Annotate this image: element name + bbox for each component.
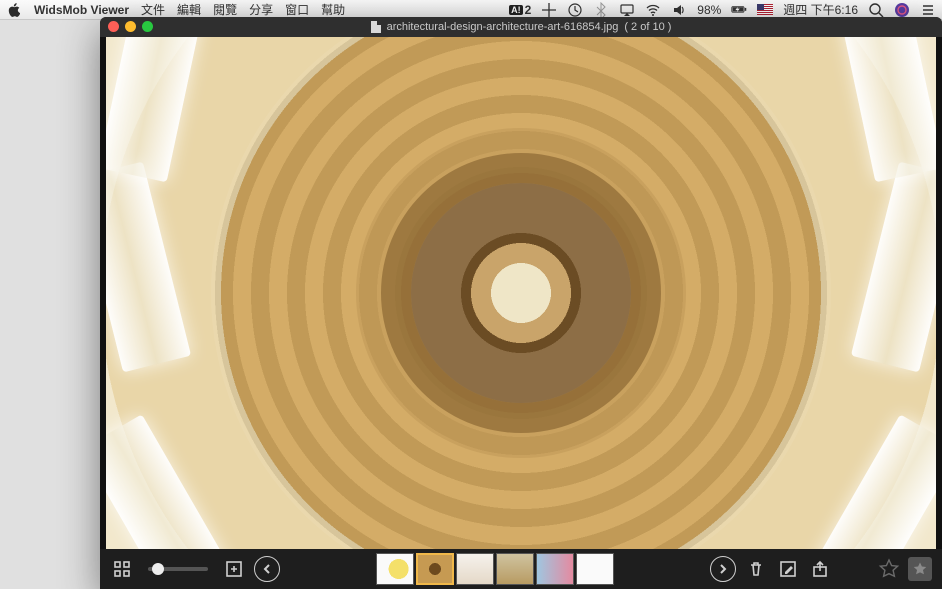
menubar-clock[interactable]: 週四 下午6:16 (783, 1, 858, 18)
airplay-icon[interactable] (619, 2, 635, 18)
zoom-slider[interactable] (148, 567, 208, 571)
thumbnail-3[interactable] (456, 553, 494, 585)
zoom-slider-knob[interactable] (152, 563, 164, 575)
image-canvas[interactable] (100, 37, 942, 549)
window-traffic-lights (108, 21, 153, 32)
actual-size-button[interactable] (222, 557, 246, 581)
input-source-flag-icon[interactable] (757, 4, 773, 15)
document-icon (371, 21, 381, 33)
battery-percentage[interactable]: 98% (697, 3, 721, 17)
displayed-image (106, 37, 936, 549)
wifi-icon[interactable] (645, 2, 661, 18)
menu-edit[interactable]: 編輯 (177, 1, 201, 18)
crosshair-icon[interactable] (541, 2, 557, 18)
thumbnail-5[interactable] (536, 553, 574, 585)
menu-window[interactable]: 窗口 (285, 1, 309, 18)
grid-view-button[interactable] (110, 557, 134, 581)
viewer-window: architectural-design-architecture-art-61… (100, 17, 942, 589)
thumbnail-2[interactable] (416, 553, 454, 585)
bottom-toolbar (100, 549, 942, 589)
volume-icon[interactable] (671, 2, 687, 18)
next-button[interactable] (710, 556, 736, 582)
edit-button[interactable] (776, 557, 800, 581)
adobe-cc-icon[interactable]: A!2 (509, 3, 531, 17)
minimize-button[interactable] (125, 21, 136, 32)
previous-button[interactable] (254, 556, 280, 582)
window-counter: ( 2 of 10 ) (624, 21, 671, 33)
menu-file[interactable]: 文件 (141, 1, 165, 18)
battery-icon[interactable] (731, 2, 747, 18)
menu-share[interactable]: 分享 (249, 1, 273, 18)
apple-logo-icon[interactable] (6, 2, 22, 18)
spotlight-icon[interactable] (868, 2, 884, 18)
menu-view[interactable]: 閱覽 (213, 1, 237, 18)
trash-button[interactable] (744, 557, 768, 581)
bluetooth-icon[interactable] (593, 2, 609, 18)
thumbnail-strip (376, 553, 614, 585)
thumbnail-4[interactable] (496, 553, 534, 585)
share-button[interactable] (808, 557, 832, 581)
menu-help[interactable]: 幫助 (321, 1, 345, 18)
window-titlebar[interactable]: architectural-design-architecture-art-61… (100, 17, 942, 37)
zoom-button[interactable] (142, 21, 153, 32)
favorite-filled-button[interactable] (908, 557, 932, 581)
notification-center-icon[interactable] (920, 2, 936, 18)
close-button[interactable] (108, 21, 119, 32)
time-machine-icon[interactable] (567, 2, 583, 18)
favorite-outline-button[interactable] (878, 558, 900, 580)
thumbnail-6[interactable] (576, 553, 614, 585)
thumbnail-1[interactable] (376, 553, 414, 585)
window-filename: architectural-design-architecture-art-61… (387, 21, 619, 33)
siri-icon[interactable] (894, 2, 910, 18)
app-name[interactable]: WidsMob Viewer (34, 3, 129, 17)
